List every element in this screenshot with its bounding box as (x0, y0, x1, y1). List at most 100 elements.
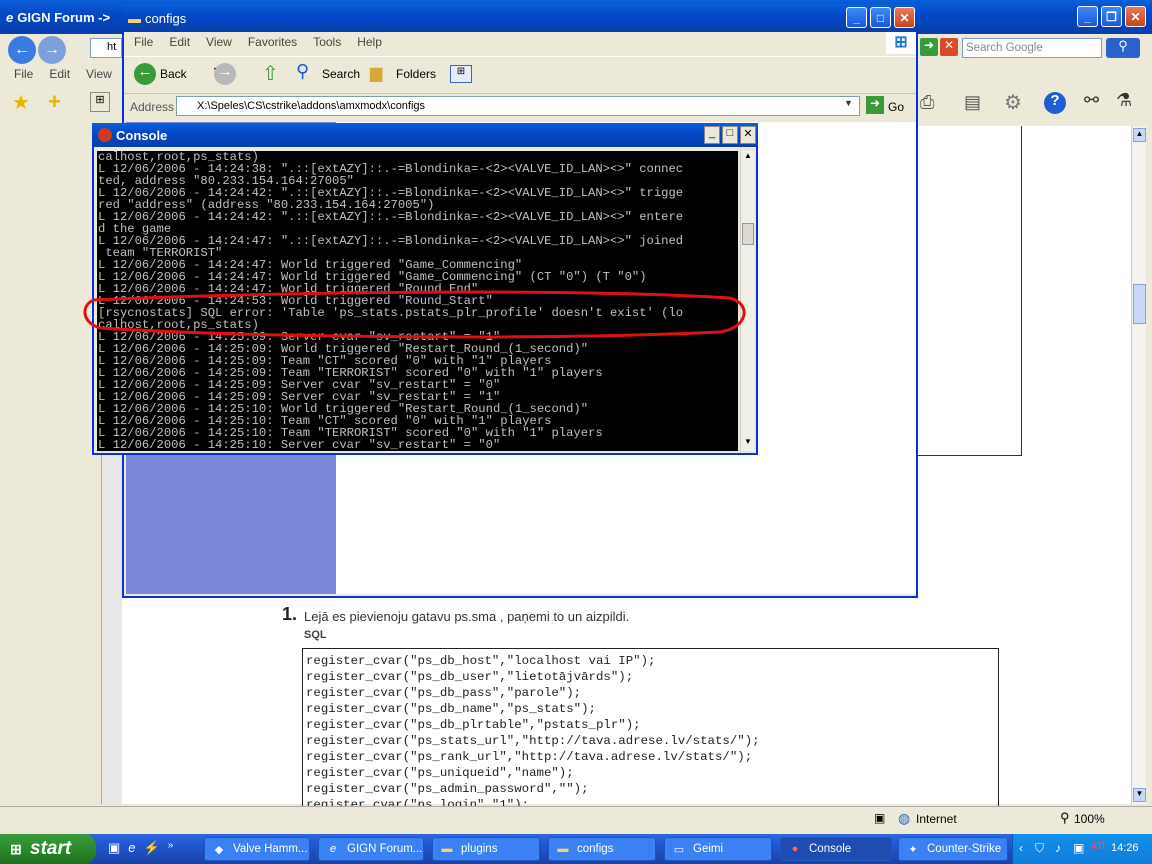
explorer-search-icon[interactable]: ⚲ (296, 61, 309, 82)
views-icon[interactable]: ⊞ (450, 65, 472, 83)
menu-edit[interactable]: Edit (169, 35, 190, 49)
menu-file[interactable]: File (134, 35, 153, 49)
shield-icon[interactable]: ⛉ (1035, 841, 1044, 856)
task-configs[interactable]: ▬ configs (548, 837, 656, 861)
console-close-button[interactable]: ✕ (740, 126, 756, 144)
explorer-minimize-button[interactable]: _ (846, 7, 867, 28)
scroll-up-icon[interactable]: ▲ (1133, 128, 1146, 142)
search-icon[interactable]: ⚲ (1106, 38, 1140, 58)
task-label: Valve Hamm... (233, 843, 308, 855)
tray-expand-icon[interactable]: ‹ (1019, 841, 1023, 855)
page-icon[interactable]: ▤ (964, 92, 981, 113)
step-text: Lejā es pievienoju gatavu ps.sma , paņem… (304, 609, 630, 624)
desktop-icon[interactable]: ▣ (108, 840, 120, 856)
menu-help[interactable]: Help (357, 35, 382, 49)
ie-maximize-button[interactable]: ❐ (1101, 6, 1122, 27)
back-icon[interactable]: ← (134, 63, 156, 85)
console-maximize-button[interactable]: □ (722, 126, 738, 144)
code-line: register_cvar("ps_stats_url","http://tav… (306, 734, 760, 748)
favorites-star-icon[interactable]: ★ (12, 90, 30, 115)
search-google-input[interactable]: Search Google (962, 38, 1102, 58)
task-geimi[interactable]: ▭ Geimi (664, 837, 772, 861)
help-icon[interactable]: ? (1044, 92, 1066, 114)
explorer-titlebar[interactable]: ▬ configs (122, 4, 918, 32)
scroll-thumb[interactable] (1133, 284, 1146, 324)
explorer-search-button[interactable]: Search (322, 67, 360, 81)
menu-view[interactable]: View (206, 35, 232, 49)
ie-task-icon: e (329, 843, 337, 855)
console-scroll-up-icon[interactable]: ▲ (741, 151, 755, 165)
ie-close-button[interactable]: ✕ (1125, 6, 1146, 27)
windows-logo-icon: ⊞ (886, 32, 916, 54)
windows-flag-icon: ⊞ (10, 841, 22, 857)
address-dropdown-icon[interactable]: ▼ (844, 98, 853, 108)
zoom-level[interactable]: 100% (1074, 812, 1105, 826)
go-button[interactable]: Go (888, 100, 904, 114)
print-icon[interactable]: ⎙ (920, 92, 934, 113)
folders-button[interactable]: Folders (396, 67, 436, 81)
explorer-menubar: File Edit View Favorites Tools Help (134, 34, 382, 50)
add-favorite-icon[interactable]: + (48, 89, 61, 115)
ie-address-field[interactable]: ht (90, 38, 122, 58)
winamp-icon[interactable]: ⚡ (144, 840, 160, 856)
globe-icon: ◍ (898, 810, 911, 826)
console-title-text: Console (116, 127, 168, 143)
ie-menu-view[interactable]: View (86, 67, 112, 81)
speaker-icon[interactable]: ♪ (1055, 841, 1061, 855)
task-valve-hammer[interactable]: ◆ Valve Hamm... (204, 837, 310, 861)
address-input[interactable]: X:\Speles\CS\cstrike\addons\amxmodx\conf… (176, 96, 860, 116)
ie-quicklaunch-icon[interactable]: e (128, 840, 135, 856)
ati-icon[interactable]: ATI (1091, 841, 1105, 851)
ie-forward-icon[interactable]: → (38, 36, 66, 64)
back-button[interactable]: Back (160, 67, 187, 81)
research-icon[interactable]: ⚗ (1116, 90, 1132, 111)
menu-tools[interactable]: Tools (313, 35, 341, 49)
forward-icon[interactable]: → (214, 63, 236, 85)
zoom-icon[interactable]: ⚲ (1060, 810, 1070, 826)
code-line: register_cvar("ps_db_user","lietotājvārd… (306, 670, 634, 684)
up-folder-icon[interactable]: ⇧ (262, 61, 279, 86)
ie-back-icon[interactable]: ← (8, 36, 36, 64)
folder-task-icon: ▬ (441, 843, 453, 855)
go-icon[interactable]: ➜ (866, 96, 884, 114)
ie-menu-file[interactable]: File (14, 67, 33, 81)
explorer-close-button[interactable]: ✕ (894, 7, 915, 28)
console-minimize-button[interactable]: _ (704, 126, 720, 144)
start-button[interactable]: ⊞ start (0, 834, 96, 864)
ie-menu-edit[interactable]: Edit (49, 67, 70, 81)
ie-statusbar: ▣ ◍ Internet ⚲ 100% (0, 806, 1152, 830)
task-plugins[interactable]: ▬ plugins (432, 837, 540, 861)
code-label: SQL (304, 629, 327, 641)
console-line: L 12/06/2006 - 14:25:10: Server cvar "sv… (98, 438, 501, 451)
console-scroll-thumb[interactable] (742, 223, 754, 245)
task-gign-forum[interactable]: e GIGN Forum... (318, 837, 424, 861)
red-highlight-annotation (83, 290, 746, 339)
more-icon[interactable]: » (168, 840, 174, 856)
ie-stop-icon[interactable]: ✕ (940, 38, 958, 56)
code-line: register_cvar("ps_db_name","ps_stats"); (306, 702, 596, 716)
ie-menubar: File Edit View (14, 66, 112, 82)
code-line: register_cvar("ps_db_pass","parole"); (306, 686, 582, 700)
ie-minimize-button[interactable]: _ (1077, 6, 1098, 27)
task-console[interactable]: ● Console (780, 837, 892, 861)
tabs-grid-icon[interactable]: ⊞ (90, 92, 110, 112)
network-icon[interactable]: ▣ (1073, 841, 1084, 855)
explorer-maximize-button[interactable]: □ (870, 7, 891, 28)
task-counter-strike[interactable]: ✦ Counter-Strike (898, 837, 1008, 861)
ie-go-icon[interactable]: ➜ (920, 38, 938, 56)
gear-icon[interactable]: ⚙ (1004, 90, 1022, 115)
console-scroll-down-icon[interactable]: ▼ (741, 437, 755, 451)
task-label: plugins (461, 843, 498, 855)
console-app-icon (98, 128, 112, 142)
console-titlebar[interactable]: Console (92, 123, 758, 147)
ie-scrollbar[interactable]: ▲ ▼ (1131, 126, 1146, 804)
clock[interactable]: 14:26 (1111, 842, 1139, 854)
task-label: Geimi (693, 843, 724, 855)
folders-icon[interactable]: ▆ (370, 63, 382, 83)
binoculars-icon[interactable]: ⚯ (1084, 90, 1099, 111)
start-label: start (30, 838, 72, 859)
cs-icon: ✦ (908, 843, 918, 856)
menu-favorites[interactable]: Favorites (248, 35, 297, 49)
code-line: register_cvar("ps_db_plrtable","pstats_p… (306, 718, 641, 732)
scroll-down-icon[interactable]: ▼ (1133, 788, 1146, 802)
